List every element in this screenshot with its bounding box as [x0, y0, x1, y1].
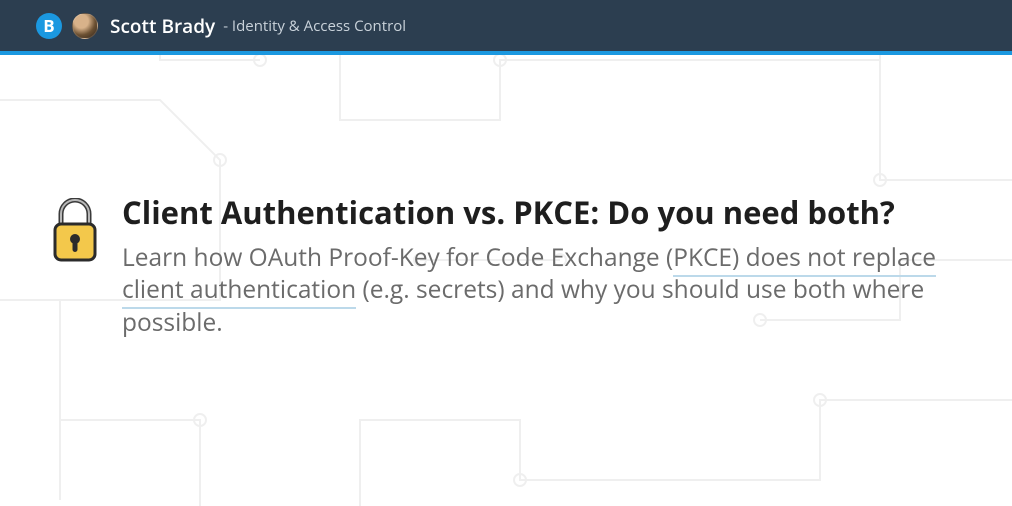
logo-icon[interactable]: B: [36, 13, 62, 39]
header-accent-bar: [0, 51, 1012, 55]
avatar[interactable]: [72, 13, 98, 39]
article-summary: Learn how OAuth Proof-Key for Code Excha…: [122, 242, 948, 340]
brand-name[interactable]: Scott Brady: [110, 13, 215, 39]
summary-text-1: Learn how OAuth Proof-Key for Code Excha…: [122, 241, 673, 274]
site-header: B Scott Brady - Identity & Access Contro…: [0, 0, 1012, 51]
brand-tagline: - Identity & Access Control: [223, 16, 406, 36]
lock-icon: [52, 198, 98, 264]
logo-letter: B: [43, 14, 54, 37]
article-card: Client Authentication vs. PKCE: Do you n…: [52, 196, 948, 340]
article-title[interactable]: Client Authentication vs. PKCE: Do you n…: [122, 196, 948, 232]
